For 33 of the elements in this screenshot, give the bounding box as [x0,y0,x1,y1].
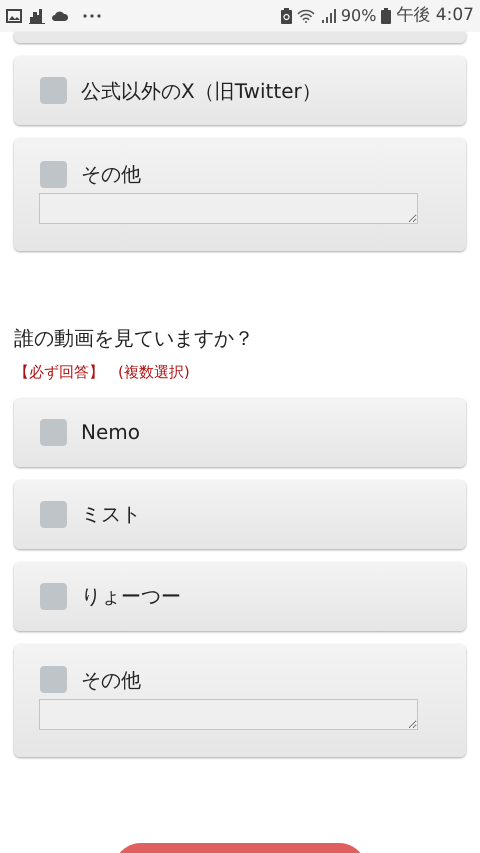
checkbox[interactable] [40,160,67,188]
wifi-icon [296,9,317,23]
checkbox[interactable] [40,500,67,528]
checkbox[interactable] [40,666,67,693]
question-title: 誰の動画を見ていますか？ [14,325,255,352]
option-card[interactable]: その他 [14,644,466,756]
option-card[interactable]: Nemo [14,398,466,466]
multiple-choice-note: (複数選択) [118,362,190,383]
battery-level: 90% [340,5,376,27]
option-card[interactable]: りょーつー [14,562,466,630]
image-icon [6,9,22,23]
required-label: 【必ず回答】 [14,362,104,383]
more-icon [83,14,101,18]
option-label: ミスト [81,501,141,528]
battery-saver-icon [280,8,292,24]
option-label: その他 [81,161,141,188]
other-text-field[interactable] [39,698,418,730]
option-card[interactable]: 公式以外のX（旧Twitter） [14,56,466,125]
cloud-icon [52,11,68,21]
checkbox[interactable] [40,418,67,446]
option-label: その他 [81,666,141,694]
other-text-field[interactable] [39,193,418,224]
checkbox[interactable] [40,582,67,610]
clock-time: 午後 4:07 [396,4,474,28]
option-label: 公式以外のX（旧Twitter） [81,78,322,104]
checkbox[interactable] [40,77,67,104]
buildings-icon [29,8,45,24]
option-label: Nemo [81,419,140,446]
option-label: りょーつー [81,583,181,610]
signal-icon [322,9,336,23]
option-card[interactable]: ミスト [14,480,466,548]
battery-icon [381,8,392,24]
option-card[interactable]: その他 [14,138,466,251]
